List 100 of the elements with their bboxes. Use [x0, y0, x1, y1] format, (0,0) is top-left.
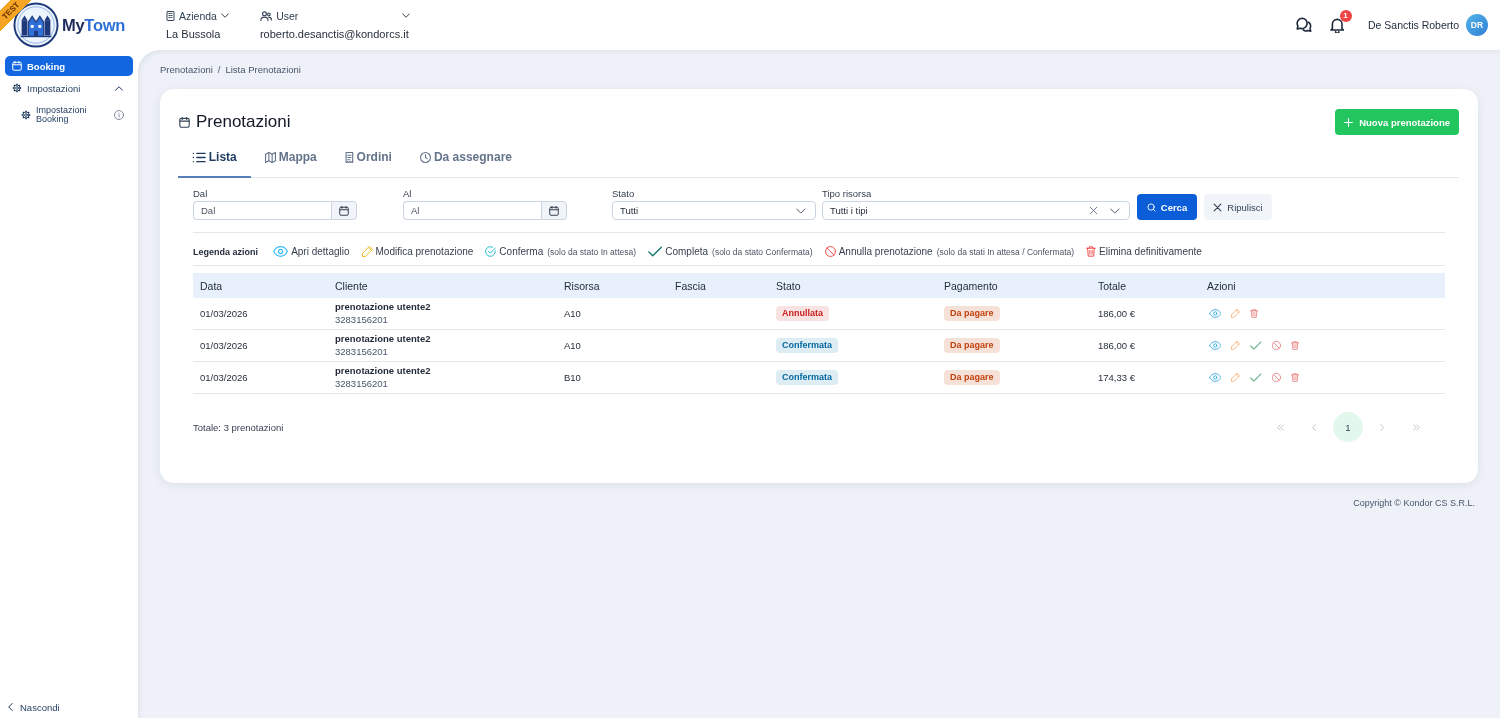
chevron-left-icon — [8, 703, 13, 711]
ban-icon — [824, 246, 836, 257]
booking-date: 01/03/2026 — [200, 372, 248, 383]
nav-item[interactable]: Impostazioni Booking — [5, 104, 133, 126]
column-header: Risorsa — [564, 279, 600, 292]
chevron-left-icon[interactable] — [1311, 423, 1317, 431]
legend-label: Annulla prenotazione — [838, 246, 933, 257]
total-amount: 186,00 € — [1098, 308, 1135, 319]
legend-label: Apri dettaglio — [291, 246, 350, 257]
breadcrumb-link[interactable]: Prenotazioni — [160, 64, 213, 76]
trash-icon[interactable] — [1290, 341, 1300, 350]
check-icon[interactable] — [1250, 341, 1262, 350]
total-amount: 174,33 € — [1098, 372, 1135, 383]
column-header: Data — [200, 279, 223, 292]
field-label: Al — [403, 188, 412, 200]
resource-code: A10 — [564, 340, 581, 351]
map-icon — [264, 151, 276, 163]
chevron-down-icon — [1110, 207, 1120, 214]
ban-icon[interactable] — [1271, 341, 1281, 350]
reset-button[interactable]: Ripulisci — [1204, 194, 1272, 220]
status-badge: Confermata — [776, 370, 838, 385]
legend-label: Elimina definitivamente — [1099, 246, 1202, 257]
date-field[interactable]: Al — [403, 201, 541, 220]
booking-date: 01/03/2026 — [200, 308, 248, 319]
user-name: De Sanctis Roberto — [1367, 19, 1459, 31]
eye-icon[interactable] — [1209, 309, 1222, 318]
gear-icon — [21, 110, 31, 120]
building-icon — [166, 10, 175, 21]
bell-icon[interactable] — [1329, 17, 1344, 33]
status-badge: Annullata — [776, 306, 829, 321]
receipt-icon — [344, 151, 354, 163]
field-label: Stato — [612, 188, 635, 200]
status-badge: Confermata — [776, 338, 838, 353]
search-icon — [1146, 202, 1156, 212]
pencil-icon[interactable] — [1231, 373, 1241, 382]
column-header: Azioni — [1207, 279, 1236, 292]
chat-icon[interactable] — [1295, 17, 1312, 33]
column-header: Stato — [776, 279, 801, 292]
tab[interactable]: Ordini — [330, 141, 406, 178]
calendar-icon — [549, 205, 559, 216]
eye-icon[interactable] — [1209, 341, 1222, 350]
legend-note: (solo da stato Confermata) — [712, 246, 813, 257]
check-circle-icon — [485, 246, 497, 257]
field-label: Tipo risorsa — [822, 188, 872, 200]
search-button[interactable]: Cerca — [1137, 194, 1197, 220]
chevron-right-icon[interactable] — [1379, 423, 1385, 431]
client-name: prenotazione utente2 — [335, 333, 431, 346]
check-icon[interactable] — [1250, 373, 1262, 382]
double-chevron-left-icon[interactable] — [1276, 423, 1284, 431]
page-title: Prenotazioni — [196, 112, 291, 132]
tab[interactable]: Lista — [178, 141, 251, 178]
calendar-button[interactable] — [541, 201, 567, 220]
chevron-down-icon — [401, 13, 410, 18]
booking-date: 01/03/2026 — [200, 340, 248, 351]
eye-icon — [273, 246, 289, 257]
clear-icon[interactable] — [1089, 206, 1099, 215]
check-icon — [648, 246, 663, 257]
resource-code: B10 — [564, 372, 581, 383]
pencil-icon[interactable] — [1231, 309, 1241, 318]
copyright-text: Copyright © Kondor CS S.R.L. — [1353, 497, 1475, 509]
client-name: prenotazione utente2 — [335, 301, 431, 314]
breadcrumb-separator: / — [217, 64, 221, 76]
column-header: Pagamento — [944, 279, 998, 292]
legend-note: (solo da stati In attesa / Confermata) — [936, 246, 1075, 257]
list-icon — [192, 151, 206, 163]
date-field[interactable]: Dal — [193, 201, 331, 220]
trash-icon[interactable] — [1250, 309, 1259, 318]
legend-note: (solo da stato In attesa) — [547, 246, 637, 257]
select-field[interactable]: Tutti i tipi — [822, 201, 1130, 220]
legend-title: Legenda azioni — [193, 246, 258, 257]
ban-icon[interactable] — [1271, 373, 1281, 382]
client-phone: 3283156201 — [335, 377, 388, 390]
nav-item[interactable]: Booking — [5, 56, 133, 76]
total-count: Totale: 3 prenotazioni — [193, 421, 284, 433]
column-header: Fascia — [675, 279, 706, 292]
eye-icon[interactable] — [1209, 373, 1222, 382]
client-phone: 3283156201 — [335, 313, 388, 326]
payment-badge: Da pagare — [944, 370, 1000, 385]
close-icon — [1213, 202, 1223, 212]
nav-item[interactable]: Impostazioni — [5, 78, 133, 98]
chevron-down-icon — [220, 13, 229, 18]
pencil-icon[interactable] — [1231, 341, 1241, 350]
legend-label: Conferma — [499, 246, 544, 257]
payment-badge: Da pagare — [944, 338, 1000, 353]
hide-sidebar-button[interactable]: Nascondi — [5, 700, 133, 714]
select-field[interactable]: Tutti — [612, 201, 816, 220]
user-selector[interactable]: User roberto.desanctis@kondorcs.it — [259, 9, 410, 41]
info-icon[interactable] — [114, 110, 124, 120]
calendar-button[interactable] — [331, 201, 357, 220]
logo-text: MyTown — [62, 15, 125, 35]
tab[interactable]: Da assegnare — [405, 141, 526, 178]
calendar-icon — [12, 61, 22, 71]
tab[interactable]: Mappa — [250, 141, 331, 178]
client-name: prenotazione utente2 — [335, 365, 431, 378]
field-label: Dal — [193, 188, 208, 200]
page-button[interactable]: 1 — [1333, 412, 1363, 442]
double-chevron-right-icon[interactable] — [1412, 423, 1420, 431]
company-selector[interactable]: Azienda La Bussola — [166, 9, 229, 41]
trash-icon[interactable] — [1290, 373, 1300, 382]
column-header: Cliente — [335, 279, 368, 292]
